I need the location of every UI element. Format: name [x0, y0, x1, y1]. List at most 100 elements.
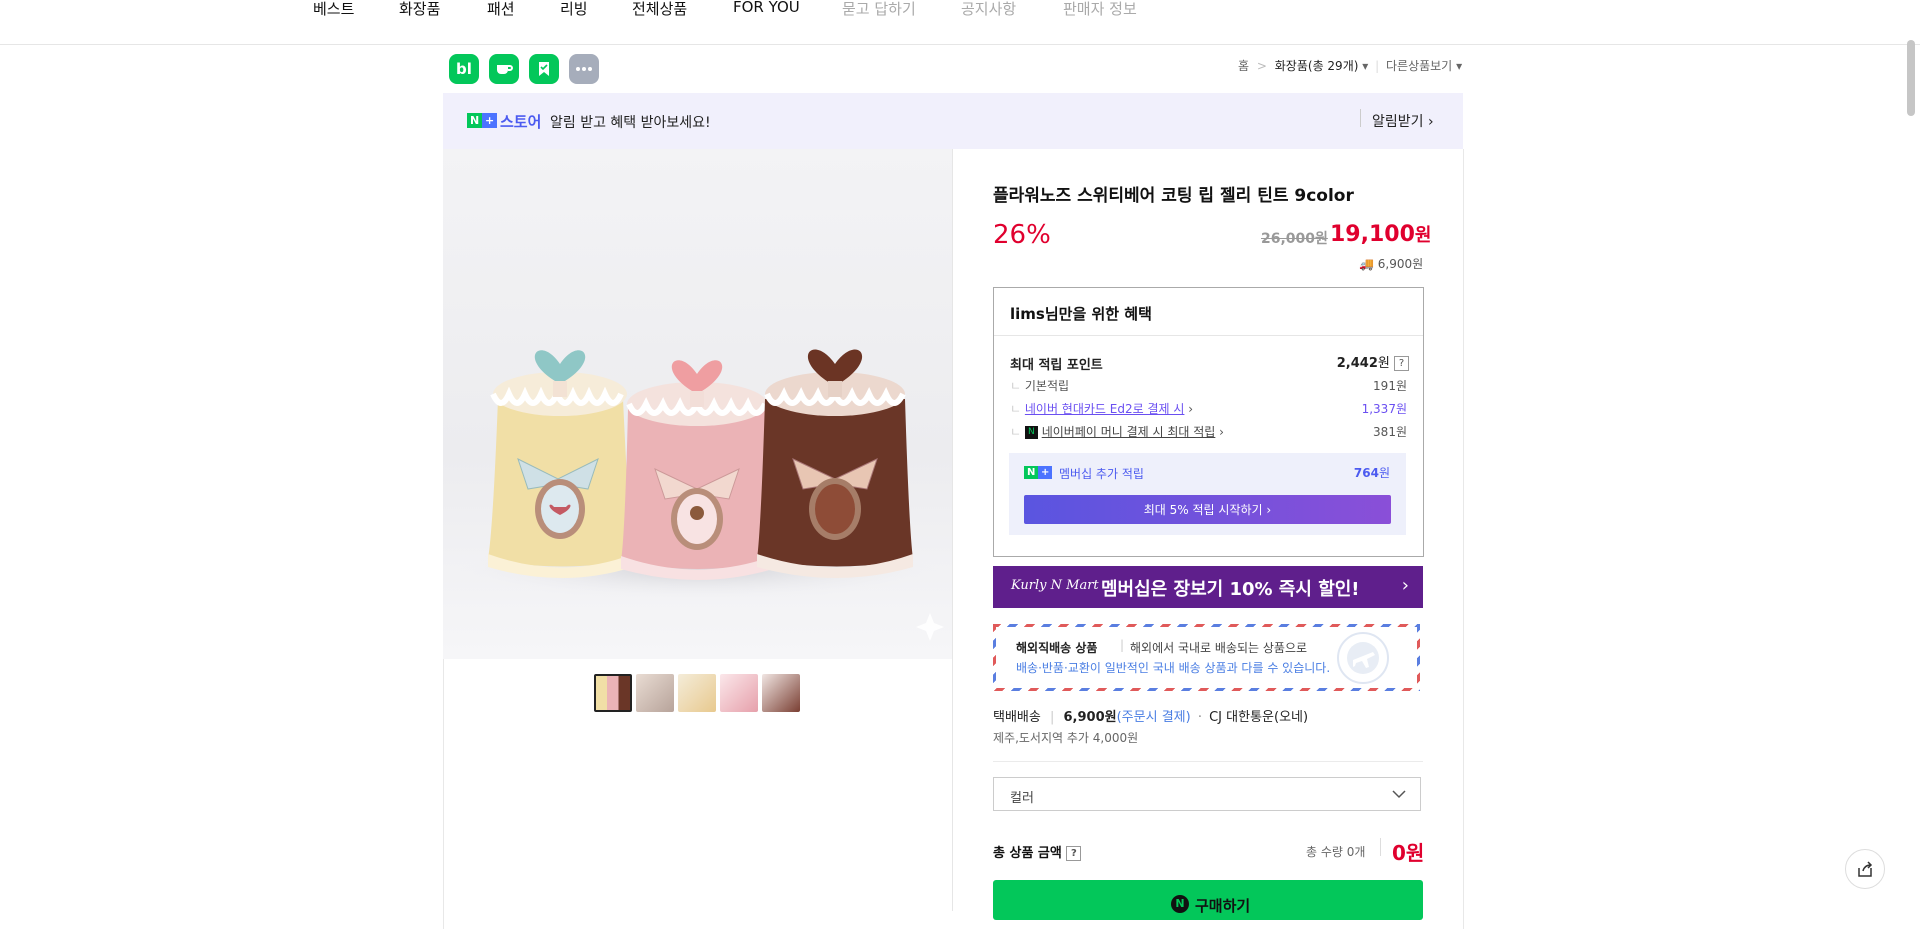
kurly-mart-banner[interactable]: Kurly N Mart 멤버십은 장보기 10% 즉시 할인! › [993, 566, 1423, 608]
nav-item-fashion[interactable]: 패션 [487, 0, 515, 19]
membership-points: 764원 [1354, 464, 1390, 481]
benefit-row-label[interactable]: 네이버페이 머니 결제 시 최대 적립 [1042, 425, 1216, 439]
nav-item-notice[interactable]: 공지사항 [961, 0, 1016, 19]
max-points-unit: 원 [1377, 356, 1390, 371]
benefit-row-naverpay[interactable]: ㄴ N 네이버페이 머니 결제 시 최대 적립 › [1010, 423, 1224, 440]
truck-icon: 🚚 [1359, 257, 1374, 271]
delivery-pay: (주문시 결제) [1116, 710, 1191, 725]
naver-plus-logo: N [467, 113, 483, 128]
help-icon[interactable]: ? [1066, 846, 1082, 861]
cafe-icon[interactable] [489, 54, 519, 84]
share-float-button[interactable] [1845, 849, 1885, 889]
sale-price-unit: 원 [1414, 225, 1432, 246]
total-quantity: 총 수량 0개 [1306, 845, 1366, 859]
delivery-fee: 6,900원 [1063, 710, 1117, 725]
kurly-mart-logo: Kurly N Mart [1011, 578, 1099, 593]
breadcrumb-category[interactable]: 화장품(총 29개) [1275, 59, 1359, 73]
overseas-desc: 해외에서 국내로 배송되는 상품으로 [1130, 641, 1308, 655]
benefit-row-label: 기본적립 [1024, 379, 1070, 393]
column-divider [952, 149, 953, 911]
delivery-info: 택배배송 | 6,900원(주문시 결제) · CJ 대한통운(오네) [993, 710, 1309, 725]
original-price: 26,000원 [1261, 231, 1328, 247]
alert-subscribe-button[interactable]: 알림받기 › [1372, 111, 1434, 131]
plus-icon: + [482, 113, 498, 128]
membership-points-value: 764 [1353, 466, 1379, 480]
naver-plus-logo: N [1024, 466, 1039, 479]
nav-item-qna[interactable]: 묻고 답하기 [842, 0, 916, 19]
max-points: 2,442원 ? [1337, 352, 1409, 371]
top-navigation: 베스트 화장품 패션 리빙 전체상품 FOR YOU 묻고 답하기 공지사항 판… [0, 0, 1920, 45]
help-icon[interactable]: ? [1394, 356, 1409, 371]
buy-button[interactable]: N 구매하기 [993, 880, 1423, 920]
chevron-right-icon: › [1188, 402, 1194, 416]
chevron-right-icon: › [1401, 575, 1409, 596]
benefit-row-label[interactable]: 네이버 현대카드 Ed2로 결제 시 [1025, 402, 1185, 416]
airplane-stamp-icon [1337, 632, 1389, 684]
nav-item-best[interactable]: 베스트 [313, 0, 354, 19]
thumbnail-5[interactable] [762, 674, 800, 712]
benefit-heading: lims님만을 위한 혜택 [1010, 305, 1152, 323]
store-alert-banner: N + 스토어 알림 받고 혜택 받아보세요! 알림받기 › [443, 93, 1463, 149]
naverpay-icon: N [1171, 895, 1189, 913]
blog-icon-label: bl [456, 60, 472, 78]
nav-item-all-products[interactable]: 전체상품 [632, 0, 687, 19]
benefit-divider [994, 335, 1423, 336]
chevron-right-icon: › [1266, 502, 1272, 517]
breadcrumb: 홈 > 화장품(총 29개) ▾ | 다른상품보기 ▾ [1238, 59, 1463, 73]
banner-divider [1360, 109, 1361, 127]
nav-item-seller-info[interactable]: 판매자 정보 [1063, 0, 1137, 19]
membership-start-button[interactable]: 최대 5% 적립 시작하기 › [1024, 495, 1391, 524]
chevron-down-icon: ▾ [1456, 59, 1463, 73]
membership-points-unit: 원 [1378, 466, 1390, 480]
delivery-carrier: CJ 대한통운(오네) [1209, 710, 1309, 725]
benefit-row-value: 191원 [1373, 379, 1407, 393]
nav-item-for-you[interactable]: FOR YOU [733, 0, 800, 16]
buy-button-label: 구매하기 [1195, 897, 1251, 915]
total-amount: 0원 [1392, 841, 1425, 865]
breadcrumb-separator: > [1256, 59, 1267, 73]
overseas-shipping-notice: 해외직배송 상품 | 해외에서 국내로 배송되는 상품으로 배송·반품·교환이 … [993, 624, 1420, 691]
max-points-label: 최대 적립 포인트 [1010, 358, 1103, 373]
chevron-down-icon [1392, 790, 1406, 799]
chevron-right-icon: › [1427, 114, 1434, 130]
thumbnail-3[interactable] [678, 674, 716, 712]
breadcrumb-home[interactable]: 홈 [1238, 59, 1249, 73]
kurly-banner-text: 멤버십은 장보기 10% 즉시 할인! [1101, 579, 1360, 600]
thumbnail-2[interactable] [636, 674, 674, 712]
blog-icon[interactable]: bl [449, 54, 479, 84]
benefit-row-card[interactable]: ㄴ 네이버 현대카드 Ed2로 결제 시 › [1010, 400, 1193, 417]
alert-subscribe-label: 알림받기 [1372, 114, 1424, 130]
total-divider [1380, 838, 1381, 856]
nav-item-cosmetics[interactable]: 화장품 [399, 0, 440, 19]
page-scrollbar[interactable] [1907, 40, 1915, 116]
chevron-right-icon: › [1219, 425, 1224, 439]
sale-price: 19,100원 [1330, 221, 1431, 247]
thumbnail-1[interactable] [594, 674, 632, 712]
shipping-fee: 6,900원 [1377, 257, 1424, 271]
discount-rate: 26% [993, 220, 1051, 250]
naverpay-icon: N [1024, 426, 1038, 439]
breadcrumb-other-products[interactable]: 다른상품보기 [1386, 59, 1452, 73]
bookmark-icon[interactable] [529, 54, 559, 84]
membership-start-label: 최대 5% 적립 시작하기 [1143, 503, 1263, 517]
nav-item-living[interactable]: 리빙 [560, 0, 588, 19]
overseas-note: 배송·반품·교환이 일반적인 국내 배송 상품과 다를 수 있습니다. [1016, 661, 1331, 675]
share-icon [1858, 861, 1873, 877]
more-icon[interactable] [569, 54, 599, 84]
chevron-down-icon: ▾ [1362, 59, 1369, 73]
overseas-title: 해외직배송 상품 [1016, 641, 1098, 655]
shipping-fee-line: 🚚 6,900원 [1359, 255, 1423, 272]
thumbnail-4[interactable] [720, 674, 758, 712]
max-points-value: 2,442 [1336, 356, 1378, 371]
product-main-image[interactable] [443, 149, 952, 659]
product-title: 플라워노즈 스위티베어 코팅 립 젤리 틴트 9color [993, 186, 1354, 206]
select-placeholder: 컬러 [1010, 791, 1034, 806]
store-logo-text: 스토어 [500, 113, 542, 131]
benefit-row-value: 381원 [1373, 425, 1407, 439]
benefit-row-value: 1,337원 [1361, 402, 1407, 416]
benefit-row-basic: ㄴ 기본적립 [1010, 379, 1070, 393]
color-option-select[interactable]: 컬러 [993, 777, 1421, 811]
sale-price-value: 19,100 [1330, 222, 1415, 247]
membership-label: 멤버십 추가 적립 [1059, 467, 1144, 481]
section-divider [993, 761, 1423, 762]
